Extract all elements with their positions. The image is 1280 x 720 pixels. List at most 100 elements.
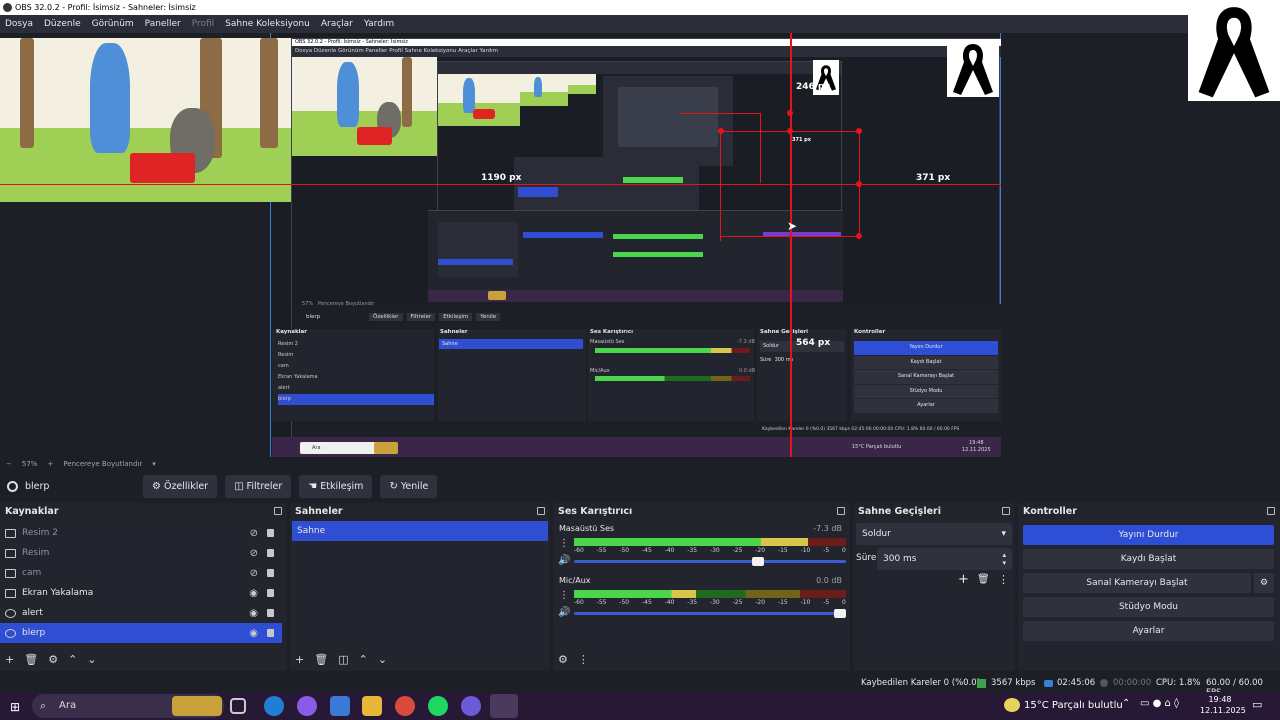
hand-icon: ☚	[308, 480, 318, 492]
nested-source: Ekran Yakalama	[278, 374, 318, 380]
eye-hidden-icon[interactable]: ⊘	[250, 548, 258, 559]
meter-tick: 0	[842, 599, 846, 606]
move-down-button[interactable]: ⌄	[87, 653, 96, 666]
zoom-fit-select[interactable]: Pencereye Boyutlandır	[63, 460, 142, 468]
source-item[interactable]: alert ◉	[0, 603, 282, 623]
volume-slider[interactable]	[574, 557, 846, 566]
lock-icon[interactable]	[267, 629, 274, 637]
transition-select[interactable]: Soldur ▾	[856, 523, 1012, 545]
source-properties-button[interactable]: ⚙	[48, 653, 58, 666]
transition-menu-button[interactable]: ⋮	[998, 573, 1009, 586]
volume-slider-knob[interactable]	[752, 557, 765, 566]
store-icon[interactable]	[330, 696, 350, 716]
mixer-settings-button[interactable]: ⚙	[558, 653, 568, 666]
selected-source-label: blerp	[25, 480, 50, 492]
add-source-button[interactable]: +	[5, 653, 14, 666]
tray-icons[interactable]: ▭ ● ⌂ ◊	[1140, 698, 1179, 709]
channel-db: -7.3 dB	[813, 524, 842, 533]
lock-icon[interactable]	[267, 549, 274, 557]
discord-icon[interactable]	[461, 696, 481, 716]
preview-canvas[interactable]: OBS 32.0.2 - Profil: İsimsiz - Sahneler:…	[0, 33, 1280, 458]
undock-icon[interactable]	[1267, 507, 1275, 515]
eye-icon[interactable]: ◉	[249, 588, 258, 599]
notification-icon[interactable]: ▭	[1252, 698, 1262, 711]
channel-menu-icon[interactable]: ⋮	[559, 539, 569, 549]
scene-item[interactable]: Sahne	[292, 521, 548, 541]
stop-stream-button[interactable]: Yayını Durdur	[1023, 525, 1274, 545]
move-down-button[interactable]: ⌄	[378, 653, 387, 666]
scenes-toolbar: + 🗑 ◫ ⌃ ⌄	[290, 647, 550, 671]
lock-icon[interactable]	[267, 529, 274, 537]
lock-icon[interactable]	[267, 589, 274, 597]
source-item-selected[interactable]: blerp ◉	[0, 623, 282, 643]
menu-sahne-koleksiyonu[interactable]: Sahne Koleksiyonu	[225, 19, 310, 29]
add-scene-button[interactable]: +	[295, 653, 304, 666]
studio-mode-button[interactable]: Stüdyo Modu	[1023, 597, 1274, 617]
remove-scene-button[interactable]: 🗑	[314, 653, 328, 666]
menu-yardim[interactable]: Yardım	[364, 19, 394, 29]
move-up-button[interactable]: ⌃	[359, 653, 368, 666]
chevron-down-icon[interactable]: ▾	[152, 460, 156, 468]
weather-text[interactable]: 15°C Parçalı bulutlu	[1024, 700, 1123, 711]
tray-chevron-icon[interactable]: ⌃	[1122, 698, 1130, 709]
measure-top-label: 246 px	[796, 82, 831, 92]
source-item[interactable]: Resim 2 ⊘	[0, 523, 282, 543]
properties-button[interactable]: ⚙ Özellikler	[143, 474, 218, 498]
channel-menu-icon[interactable]: ⋮	[559, 591, 569, 601]
taskbar-search[interactable]: ⌕ Ara	[32, 694, 224, 718]
eye-hidden-icon[interactable]: ⊘	[250, 528, 258, 539]
add-transition-button[interactable]: +	[958, 572, 969, 587]
obs-taskbar-icon[interactable]	[490, 694, 518, 718]
menu-araclar[interactable]: Araçlar	[321, 19, 353, 29]
virtual-camera-button[interactable]: Sanal Kamerayı Başlat	[1023, 573, 1251, 593]
remove-source-button[interactable]: 🗑	[24, 653, 38, 666]
chrome-icon[interactable]	[395, 696, 415, 716]
eye-icon[interactable]: ◉	[249, 628, 258, 639]
scene-filter-button[interactable]: ◫	[338, 653, 348, 666]
source-label: cam	[22, 568, 42, 578]
volume-slider-knob[interactable]	[834, 609, 846, 618]
menu-duzenle[interactable]: Düzenle	[44, 19, 81, 29]
virtual-camera-settings-button[interactable]: ⚙	[1254, 573, 1274, 593]
menu-paneller[interactable]: Paneller	[145, 19, 181, 29]
window-titlebar: OBS 32.0.2 - Profil: İsimsiz - Sahneler:…	[0, 0, 1280, 15]
copilot-icon[interactable]	[297, 696, 317, 716]
undock-icon[interactable]	[837, 507, 845, 515]
filters-button[interactable]: ◫ Filtreler	[225, 474, 292, 498]
refresh-button[interactable]: ↻ Yenile	[380, 474, 438, 498]
lock-icon[interactable]	[267, 569, 274, 577]
source-item[interactable]: Ekran Yakalama ◉	[0, 583, 282, 603]
eye-hidden-icon[interactable]: ⊘	[250, 568, 258, 579]
start-record-button[interactable]: Kaydı Başlat	[1023, 549, 1274, 569]
eye-icon[interactable]: ◉	[249, 608, 258, 619]
menu-gorunum[interactable]: Görünüm	[92, 19, 134, 29]
edge-icon[interactable]	[264, 696, 284, 716]
mixer-menu-button[interactable]: ⋮	[578, 653, 589, 666]
remove-transition-button[interactable]: 🗑	[977, 574, 990, 585]
source-item[interactable]: cam ⊘	[0, 563, 282, 583]
undock-icon[interactable]	[1002, 507, 1010, 515]
undock-icon[interactable]	[274, 507, 282, 515]
speaker-icon[interactable]: 🔊	[558, 607, 570, 618]
source-item[interactable]: Resim ⊘	[0, 543, 282, 563]
zoom-out-button[interactable]: −	[6, 460, 12, 468]
clock[interactable]: 19:48 12.11.2025	[1200, 694, 1246, 716]
file-explorer-icon[interactable]	[362, 696, 382, 716]
undock-icon[interactable]	[537, 507, 545, 515]
nested-weather: 15°C Parçalı bulutlu	[852, 444, 902, 450]
volume-slider[interactable]	[574, 609, 846, 618]
lock-icon[interactable]	[267, 609, 274, 617]
duration-input[interactable]: 300 ms ▴ ▾	[877, 548, 1012, 570]
zoom-in-button[interactable]: +	[47, 460, 53, 468]
spin-arrows-icon[interactable]: ▴ ▾	[1002, 551, 1006, 567]
interact-button[interactable]: ☚ Etkileşim	[299, 474, 373, 498]
settings-button[interactable]: Ayarlar	[1023, 621, 1274, 641]
menu-dosya[interactable]: Dosya	[5, 19, 33, 29]
task-view-icon[interactable]	[230, 698, 246, 714]
mixer-toolbar: ⚙ ⋮	[553, 647, 850, 671]
windows-start-icon[interactable]: ⊞	[10, 700, 20, 714]
meter-tick: -50	[619, 599, 630, 606]
spotify-icon[interactable]	[428, 696, 448, 716]
move-up-button[interactable]: ⌃	[68, 653, 77, 666]
speaker-icon[interactable]: 🔊	[558, 555, 570, 566]
